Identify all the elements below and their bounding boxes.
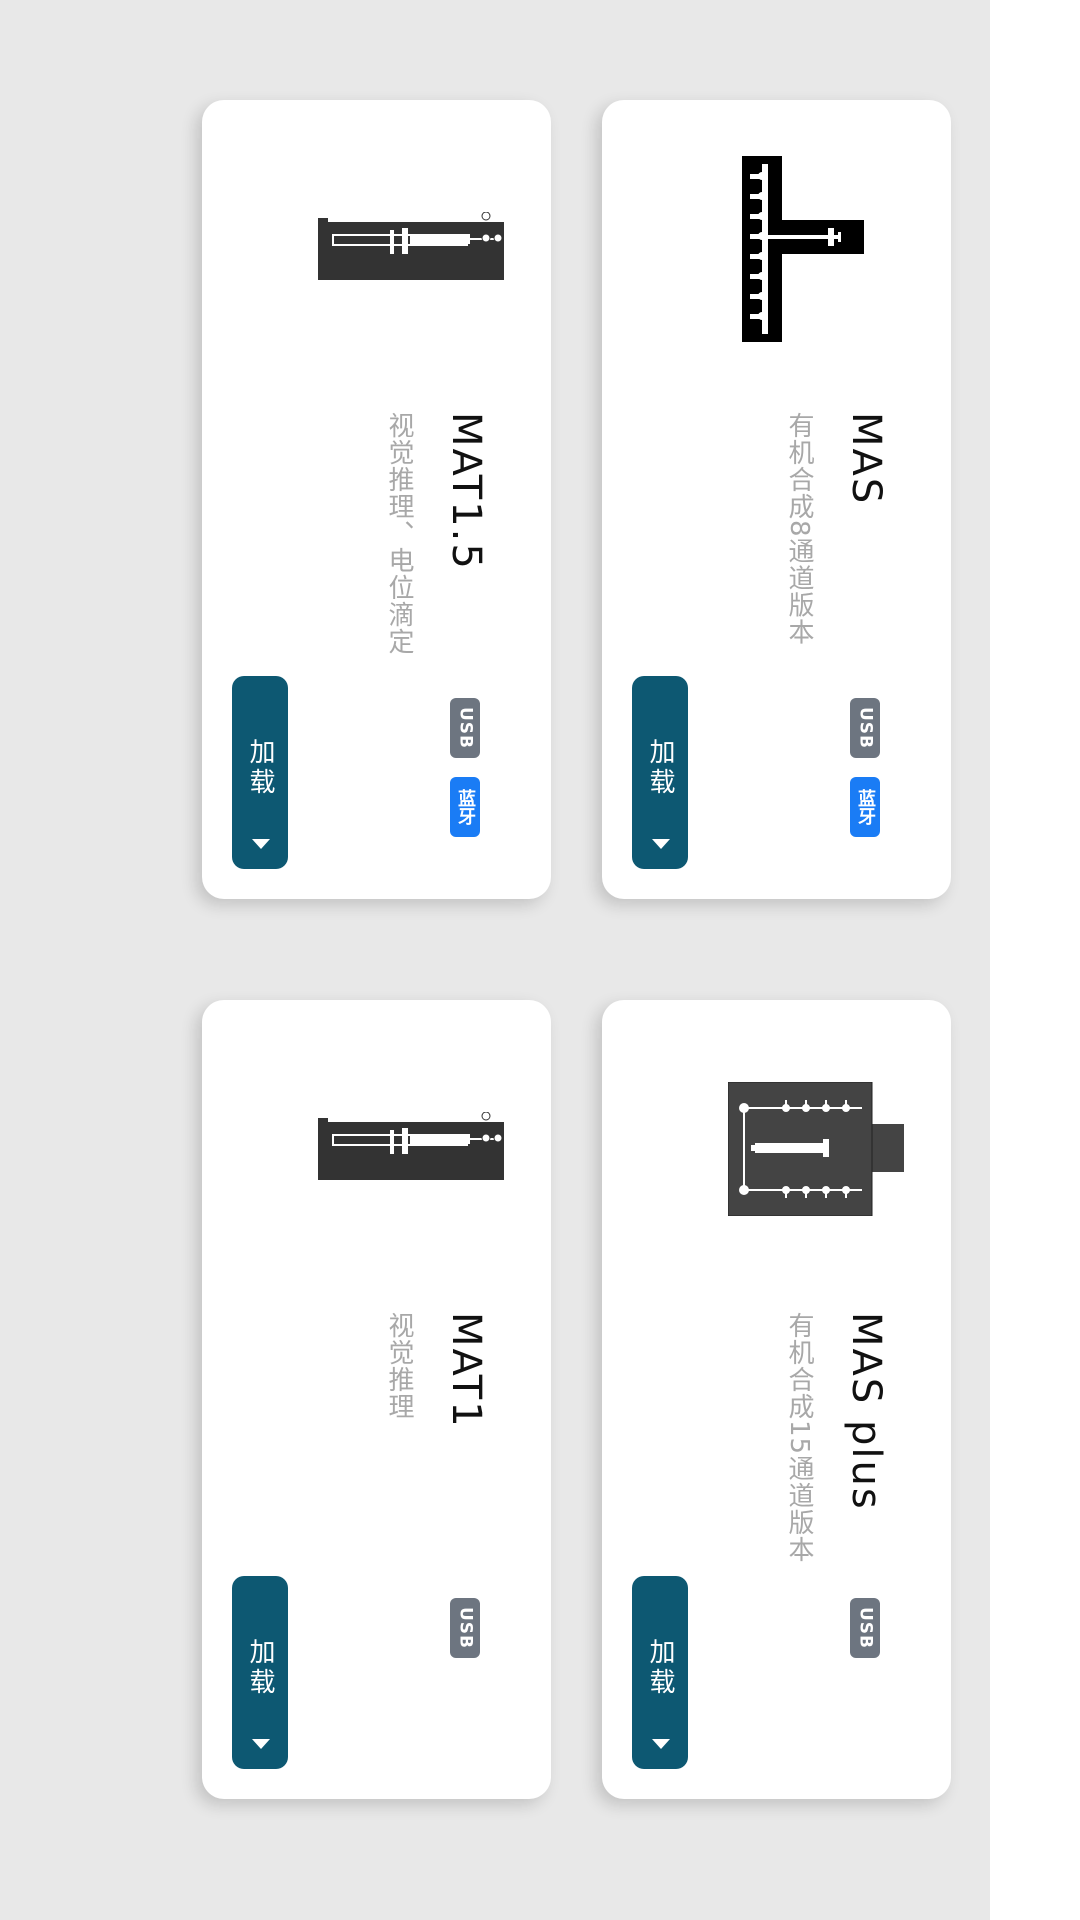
device-name: MAS [843,412,889,506]
device-card-mas: MAS 有机合成8通道版本 USB 蓝牙 加载 [602,100,951,899]
caret-down-icon [252,1739,270,1749]
usb-badge: USB [450,1598,480,1658]
load-button-label: 加载 [645,738,675,798]
bluetooth-badge: 蓝牙 [450,777,480,837]
load-button-label: 加载 [245,1638,275,1698]
device-description: 视觉推理 [384,1312,414,1420]
load-button[interactable]: 加载 [232,1576,288,1769]
sidebar [990,0,1080,1920]
device-description: 视觉推理、电位滴定 [384,412,414,655]
load-button[interactable]: 加载 [632,676,688,869]
load-button[interactable]: 加载 [632,1576,688,1769]
device-description: 有机合成8通道版本 [784,412,814,646]
load-button[interactable]: 加载 [232,676,288,869]
syringe-pump-icon [318,1112,504,1180]
load-button-label: 加载 [645,1638,675,1698]
device-name: MAS plus [843,1312,889,1511]
device-card-mas-plus: MAS plus 有机合成15通道版本 USB 加载 [602,1000,951,1799]
caret-down-icon [652,1739,670,1749]
usb-badge: USB [850,698,880,758]
load-button-label: 加载 [245,738,275,798]
syringe-pump-icon [318,212,504,280]
caret-down-icon [252,839,270,849]
device-description: 有机合成15通道版本 [784,1312,814,1564]
bluetooth-badge: 蓝牙 [850,777,880,837]
usb-badge: USB [850,1598,880,1658]
device-card-mat1-5: MAT1.5 视觉推理、电位滴定 USB 蓝牙 加载 [202,100,551,899]
caret-down-icon [652,839,670,849]
mas-plus-device-icon [728,1082,904,1216]
device-name: MAT1 [443,1312,489,1429]
device-card-mat1: MAT1 视觉推理 USB 加载 [202,1000,551,1799]
usb-badge: USB [450,698,480,758]
mas-device-icon [742,156,864,342]
device-name: MAT1.5 [443,412,489,571]
